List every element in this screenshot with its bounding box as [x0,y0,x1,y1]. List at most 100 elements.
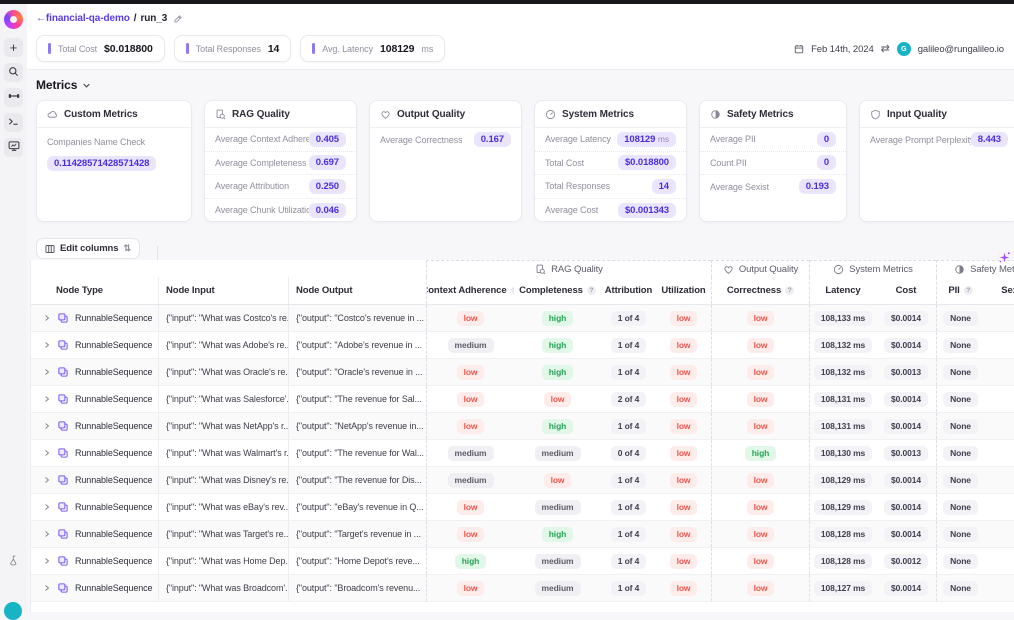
chevron-right-icon[interactable] [43,449,51,457]
cell-sexist [984,413,1014,439]
metric-card-header: RAG Quality [205,101,356,128]
cell-correctness: low [711,467,809,493]
column-header-utilization[interactable]: Utilization [656,277,711,304]
value-chip: medium [448,473,494,488]
column-header-label: Node Type [56,285,103,296]
column-header-node-output[interactable]: Node Output [288,277,426,304]
cell-correctness: low [711,305,809,331]
node-input-text: {"input": "What was Target's re... [159,529,288,539]
chevron-right-icon[interactable] [43,395,51,403]
table-row[interactable]: RunnableSequence{"input": "What was Home… [31,548,1014,575]
run-date[interactable]: Feb 14th, 2024 [811,44,874,55]
breadcrumb-project: financial-qa-demo [46,13,130,24]
sidebar-button-0[interactable]: + [4,38,23,57]
metric-card-title: Custom Metrics [64,109,138,120]
cell-completeness: low [514,467,601,493]
cell-context-adherence: high [426,548,514,574]
edit-icon[interactable] [173,14,183,24]
value-chip: low [670,419,698,434]
column-header-node-type[interactable]: Node Type [31,277,158,304]
galileo-logo[interactable] [4,10,23,29]
cell-cost: $0.0014 [876,575,936,601]
cell-cost: $0.0013 [876,440,936,466]
sidebar-button-1[interactable] [4,63,23,82]
value-chip: None [943,527,978,542]
cell-sexist [984,359,1014,385]
plus-icon: + [10,39,18,57]
cell-utilization: low [656,494,711,520]
sidebar-button-3[interactable] [4,113,23,132]
table-row[interactable]: RunnableSequence{"input": "What was Adob… [31,332,1014,359]
cell-cost: $0.0014 [876,521,936,547]
table-row[interactable]: RunnableSequence{"input": "What was eBay… [31,494,1014,521]
compare-icon[interactable]: ⇄ [881,44,890,55]
dumbbell-icon [8,89,20,107]
column-header-context-adherence[interactable]: Context Adherence? [426,277,514,304]
cell-attribution: 1 of 4 [601,359,656,385]
value-chip: None [943,338,978,353]
user-avatar[interactable]: G [897,42,911,56]
cell-node-input: {"input": "What was eBay's rev... [158,494,288,520]
column-header-sexist[interactable]: Sexist [984,277,1014,304]
cell-node-type: RunnableSequence [31,413,158,439]
table-row[interactable]: RunnableSequence{"input": "What was Cost… [31,305,1014,332]
value-chip: medium [535,500,581,515]
chevron-right-icon[interactable] [43,584,51,592]
node-output-text: {"output": "The revenue for Sal... [289,394,426,404]
column-header-completeness[interactable]: Completeness? [514,277,601,304]
sparkles-icon[interactable] [998,251,1011,269]
value-chip: low [747,419,775,434]
user-email[interactable]: galileo@rungalileo.io [918,44,1004,55]
metric-row: Count PII0 [700,152,846,176]
sidebar-avatar[interactable] [4,602,22,620]
table-row[interactable]: RunnableSequence{"input": "What was Targ… [31,521,1014,548]
column-header-node-input[interactable]: Node Input [158,277,288,304]
column-header-cost[interactable]: Cost [876,277,936,304]
flask-icon[interactable] [8,553,19,571]
cell-correctness: low [711,521,809,547]
metric-value-badge: $0.001343 [618,203,676,218]
stat-value: 108129 [380,43,414,55]
column-header-latency[interactable]: Latency [809,277,876,304]
chevron-right-icon[interactable] [43,341,51,349]
stat-value: 14 [268,43,279,55]
column-header-pii[interactable]: PII? [936,277,984,304]
chevron-right-icon[interactable] [43,368,51,376]
value-chip: None [943,473,978,488]
stat-chip-avg-latency: Avg. Latency108129ms [300,35,445,62]
value-chip: high [745,446,777,461]
chevron-right-icon[interactable] [43,557,51,565]
copy-icon [57,339,69,351]
table-row[interactable]: RunnableSequence{"input": "What was Sale… [31,386,1014,413]
chevron-right-icon[interactable] [43,530,51,538]
chevron-right-icon[interactable] [43,476,51,484]
value-chip: None [943,500,978,515]
metric-row: Average Sexist0.193 [700,175,846,199]
chevron-right-icon[interactable] [43,422,51,430]
cell-node-output: {"output": "Oracle's revenue in ... [288,359,426,385]
cell-utilization: low [656,467,711,493]
breadcrumb-back-link[interactable]: ←financial-qa-demo [36,13,130,24]
table-row[interactable]: RunnableSequence{"input": "What was Walm… [31,440,1014,467]
table-row[interactable]: RunnableSequence{"input": "What was Broa… [31,575,1014,602]
cell-latency: 108,128 ms [809,521,876,547]
value-chip: low [747,392,775,407]
cell-completeness: high [514,521,601,547]
chevron-right-icon[interactable] [43,314,51,322]
copy-icon [57,393,69,405]
sidebar-button-2[interactable] [4,88,23,107]
cell-pii: None [936,305,984,331]
metric-value-badge: 0 [817,155,836,170]
column-divider [157,246,158,260]
table-row[interactable]: RunnableSequence{"input": "What was Orac… [31,359,1014,386]
column-header-attribution[interactable]: Attribution [601,277,656,304]
metrics-section-header[interactable]: Metrics [36,78,91,92]
sidebar-button-4[interactable] [4,138,23,157]
search-icon [8,64,19,82]
chevron-right-icon[interactable] [43,503,51,511]
column-header-correctness[interactable]: Correctness? [711,277,809,304]
table-row[interactable]: RunnableSequence{"input": "What was Disn… [31,467,1014,494]
value-chip: low [747,311,775,326]
table-row[interactable]: RunnableSequence{"input": "What was NetA… [31,413,1014,440]
edit-columns-button[interactable]: Edit columns ⇅ [36,238,140,259]
